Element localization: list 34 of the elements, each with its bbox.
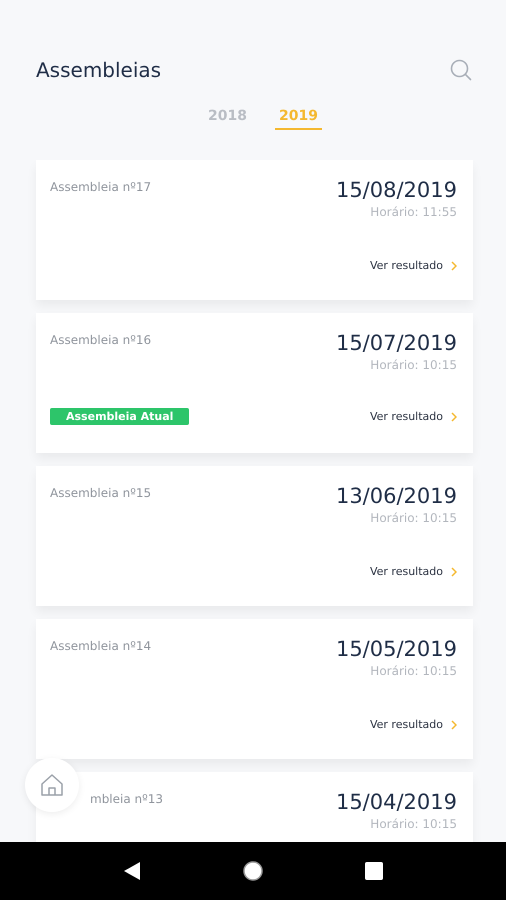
recents-icon[interactable]: [364, 861, 384, 881]
back-icon[interactable]: [122, 860, 142, 882]
assembly-card[interactable]: Assembleia nº15 13/06/2019 Horário: 10:15 Ver resultado: [36, 466, 473, 606]
result-link[interactable]: Ver resultado: [370, 565, 457, 578]
chevron-icon: [451, 566, 457, 576]
result-link[interactable]: Ver resultado: [370, 259, 457, 272]
assembly-time: Horário: 10:15: [370, 664, 457, 678]
assembly-title: mbleia nº13: [90, 792, 164, 806]
assembly-time: Horário: 10:15: [370, 511, 457, 525]
assembly-title: Assembleia nº17: [50, 180, 152, 194]
assembly-date: 15/07/2019: [336, 331, 457, 355]
status-badge: Assembleia Atual: [50, 408, 190, 425]
assembly-date: 13/06/2019: [336, 484, 457, 508]
chevron-icon: [451, 412, 457, 422]
assembly-card[interactable]: Assembleia nº17 15/08/2019 Horário: 11:55 Ver resultado: [36, 160, 473, 300]
result-link[interactable]: Ver resultado: [370, 718, 457, 731]
assembly-title: Assembleia nº15: [50, 486, 152, 500]
chevron-icon: [451, 260, 457, 270]
home-circle-icon[interactable]: [242, 860, 264, 882]
assembly-time: Horário: 10:15: [370, 817, 457, 831]
assembly-title: Assembleia nº14: [50, 639, 152, 653]
assembly-card[interactable]: mbleia nº13 15/04/2019 Horário: 10:15: [36, 772, 473, 842]
assembly-date: 15/08/2019: [336, 178, 457, 202]
page-title: Assembleias: [36, 58, 162, 82]
home-icon: [40, 773, 64, 797]
chevron-icon: [451, 720, 457, 730]
assembly-title: Assembleia nº16: [50, 333, 152, 347]
assembly-card[interactable]: Assembleia nº16 15/07/2019 Horário: 10:15 Assembleia Atual Ver resultado: [36, 313, 473, 453]
assembly-card[interactable]: Assembleia nº14 15/05/2019 Horário: 10:15 Ver resultado: [36, 619, 473, 759]
assembly-date: 15/04/2019: [336, 790, 457, 814]
assembly-time: Horário: 10:15: [370, 358, 457, 372]
assembly-date: 15/05/2019: [336, 637, 457, 661]
result-link[interactable]: Ver resultado: [370, 410, 457, 423]
assembly-time: Horário: 11:55: [370, 205, 457, 219]
